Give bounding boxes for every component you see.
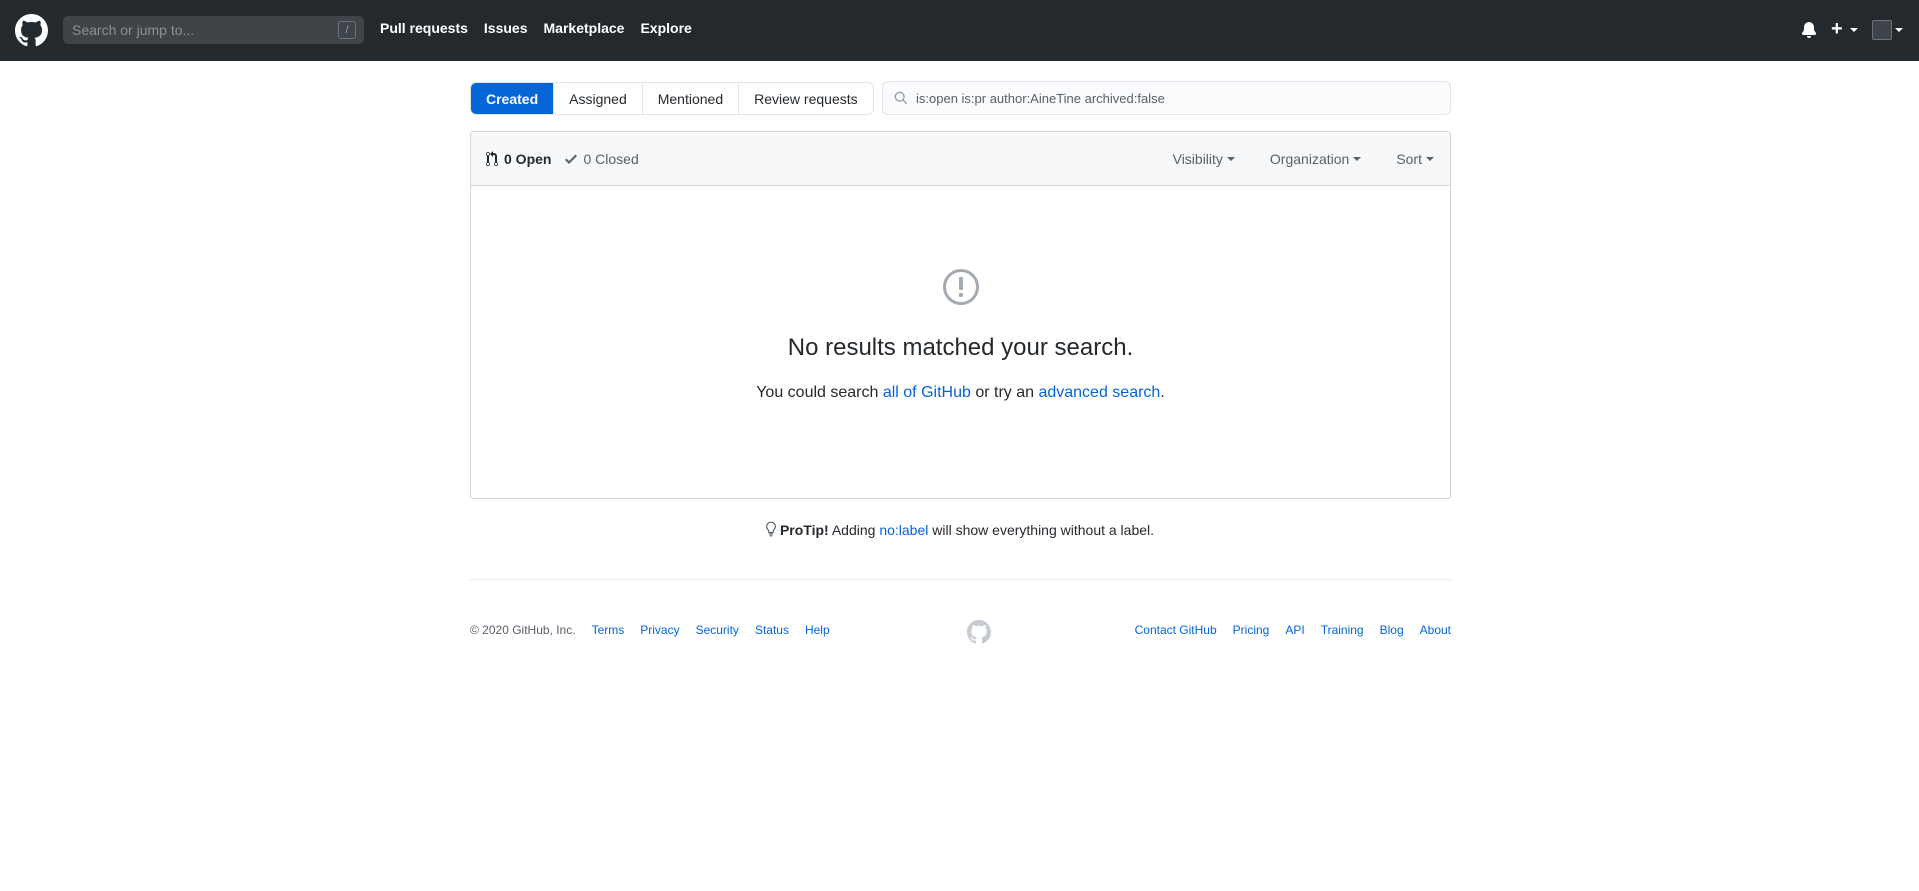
nav-issues[interactable]: Issues — [484, 20, 528, 36]
global-header: / Pull requests Issues Marketplace Explo… — [0, 0, 1919, 61]
no-results-text: You could search all of GitHub or try an… — [471, 384, 1450, 402]
open-count: 0 Open — [504, 151, 552, 167]
create-new-plus-icon[interactable]: + — [1831, 19, 1843, 39]
footer-link-security[interactable]: Security — [696, 623, 739, 637]
alert-circle-icon — [943, 269, 979, 305]
nav-pull-requests[interactable]: Pull requests — [380, 20, 468, 36]
chevron-down-icon — [1226, 157, 1235, 161]
open-state-toggle[interactable]: 0 Open — [486, 151, 551, 167]
footer-right: Contact GitHub Pricing API Training Blog… — [1119, 623, 1451, 637]
chevron-down-icon — [1353, 157, 1362, 161]
no-label-link[interactable]: no:label — [879, 522, 928, 538]
tab-mentioned[interactable]: Mentioned — [643, 83, 740, 114]
results-box-header: 0 Open 0 Closed Visibility Organization … — [471, 132, 1450, 186]
footer-link-contact-github[interactable]: Contact GitHub — [1135, 623, 1217, 637]
footer-link-status[interactable]: Status — [755, 623, 789, 637]
protip: ProTip! Adding no:label will show everyt… — [0, 521, 1919, 538]
blankslate: No results matched your search. You coul… — [471, 186, 1450, 498]
pulls-subnav: Created Assigned Mentioned Review reques… — [470, 82, 874, 115]
pull-request-icon — [486, 151, 498, 166]
sort-dropdown[interactable]: Sort — [1396, 151, 1434, 167]
global-search-input[interactable] — [63, 22, 323, 38]
footer-link-privacy[interactable]: Privacy — [640, 623, 679, 637]
user-menu-chevron-down-icon[interactable] — [1895, 28, 1903, 32]
footer-link-training[interactable]: Training — [1321, 623, 1364, 637]
results-box: 0 Open 0 Closed Visibility Organization … — [470, 131, 1451, 499]
github-logo-icon[interactable] — [15, 14, 48, 47]
light-bulb-icon — [765, 521, 776, 537]
tab-review-requests[interactable]: Review requests — [739, 83, 873, 114]
footer-link-pricing[interactable]: Pricing — [1233, 623, 1270, 637]
filter-search-input[interactable] — [916, 90, 1436, 106]
tab-created[interactable]: Created — [471, 83, 555, 114]
footer-link-api[interactable]: API — [1285, 623, 1304, 637]
protip-label: ProTip! — [779, 522, 829, 538]
no-results-text-part: . — [1160, 384, 1165, 401]
search-icon — [894, 91, 908, 105]
no-results-text-part: You could search — [756, 384, 883, 401]
footer-link-blog[interactable]: Blog — [1380, 623, 1404, 637]
closed-count: 0 Closed — [583, 151, 639, 167]
state-toggles: 0 Open 0 Closed — [486, 151, 639, 167]
footer-divider — [470, 579, 1451, 580]
search-all-github-link[interactable]: all of GitHub — [883, 384, 971, 401]
global-search[interactable]: / — [63, 16, 364, 44]
visibility-dropdown[interactable]: Visibility — [1173, 151, 1235, 167]
github-mark-icon[interactable] — [967, 620, 991, 644]
footer-link-terms[interactable]: Terms — [592, 623, 625, 637]
footer-link-help[interactable]: Help — [805, 623, 830, 637]
closed-state-toggle[interactable]: 0 Closed — [565, 151, 639, 167]
nav-explore[interactable]: Explore — [640, 20, 691, 36]
chevron-down-icon — [1426, 157, 1434, 161]
filter-dropdowns: Visibility Organization Sort — [1138, 151, 1434, 167]
sort-label: Sort — [1396, 151, 1422, 167]
footer-left: © 2020 GitHub, Inc. Terms Privacy Securi… — [470, 623, 830, 637]
tab-assigned[interactable]: Assigned — [554, 83, 643, 114]
copyright: © 2020 GitHub, Inc. — [470, 623, 576, 637]
create-new-chevron-down-icon[interactable] — [1850, 28, 1858, 32]
notifications-bell-icon[interactable] — [1801, 22, 1817, 38]
user-avatar[interactable] — [1872, 20, 1892, 40]
organization-label: Organization — [1269, 151, 1350, 167]
organization-dropdown[interactable]: Organization — [1269, 151, 1362, 167]
protip-text-part: will show everything without a label. — [928, 522, 1155, 538]
footer-link-about[interactable]: About — [1420, 623, 1451, 637]
nav-marketplace[interactable]: Marketplace — [544, 20, 625, 36]
advanced-search-link[interactable]: advanced search — [1038, 384, 1160, 401]
filter-search[interactable] — [882, 81, 1451, 115]
protip-text-part: Adding — [828, 522, 880, 538]
slash-shortcut-hint: / — [338, 21, 356, 39]
no-results-text-part: or try an — [970, 384, 1039, 401]
visibility-label: Visibility — [1172, 151, 1223, 167]
no-results-title: No results matched your search. — [787, 334, 1134, 361]
check-icon — [565, 154, 578, 164]
global-nav: Pull requests Issues Marketplace Explore — [380, 20, 708, 36]
